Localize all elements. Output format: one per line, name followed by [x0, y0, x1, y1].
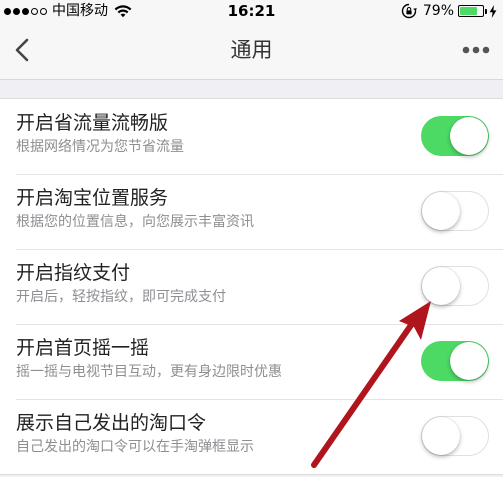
- taokouling-toggle[interactable]: [421, 416, 489, 456]
- setting-row-fingerprint-payment: 开启指纹支付 开启后，轻按指纹，即可完成支付: [0, 249, 503, 324]
- setting-row-location-service: 开启淘宝位置服务 根据您的位置信息，向您展示丰富资讯: [0, 174, 503, 249]
- more-dots-icon: [462, 46, 490, 54]
- more-options-button[interactable]: [461, 40, 491, 60]
- setting-description: 自己发出的淘口令可以在手淘弹框显示: [16, 439, 254, 455]
- setting-description: 开启后，轻按指纹，即可完成支付: [16, 289, 226, 305]
- battery-icon: [458, 5, 487, 17]
- toggle-knob: [422, 192, 460, 230]
- battery-fill: [460, 7, 478, 15]
- battery-percent: 79%: [422, 3, 454, 19]
- setting-title: 开启淘宝位置服务: [16, 187, 169, 209]
- toggle-knob: [422, 267, 460, 305]
- setting-description: 根据您的位置信息，向您展示丰富资讯: [16, 214, 254, 230]
- fingerprint-payment-toggle[interactable]: [421, 266, 489, 306]
- charging-bolt-icon: [489, 4, 497, 18]
- status-bar: 中国移动 16:21 79%: [0, 0, 503, 22]
- setting-title: 开启指纹支付: [16, 262, 131, 284]
- setting-title: 开启省流量流畅版: [16, 112, 169, 134]
- battery-cap: [485, 9, 487, 14]
- rotation-lock-icon: [401, 3, 417, 19]
- location-service-toggle[interactable]: [421, 191, 489, 231]
- settings-list: 开启省流量流畅版 根据网络情况为您节省流量 开启淘宝位置服务 根据您的位置信息，…: [0, 98, 503, 475]
- toggle-knob: [450, 342, 488, 380]
- setting-row-data-saver: 开启省流量流畅版 根据网络情况为您节省流量: [0, 99, 503, 174]
- setting-title: 展示自己发出的淘口令: [16, 412, 207, 434]
- page-title: 通用: [230, 38, 273, 62]
- data-saver-toggle[interactable]: [421, 116, 489, 156]
- setting-title: 开启首页摇一摇: [16, 337, 150, 359]
- setting-description: 摇一摇与电视节目互动，更有身边限时优惠: [16, 364, 282, 380]
- setting-row-shake: 开启首页摇一摇 摇一摇与电视节目互动，更有身边限时优惠: [0, 324, 503, 399]
- setting-description: 根据网络情况为您节省流量: [16, 139, 184, 155]
- toggle-knob: [450, 117, 488, 155]
- shake-toggle[interactable]: [421, 341, 489, 381]
- setting-row-taokouling: 展示自己发出的淘口令 自己发出的淘口令可以在手淘弹框显示: [0, 399, 503, 474]
- navigation-bar: 通用: [0, 22, 503, 80]
- status-right: 79%: [401, 2, 497, 20]
- toggle-knob: [422, 417, 460, 455]
